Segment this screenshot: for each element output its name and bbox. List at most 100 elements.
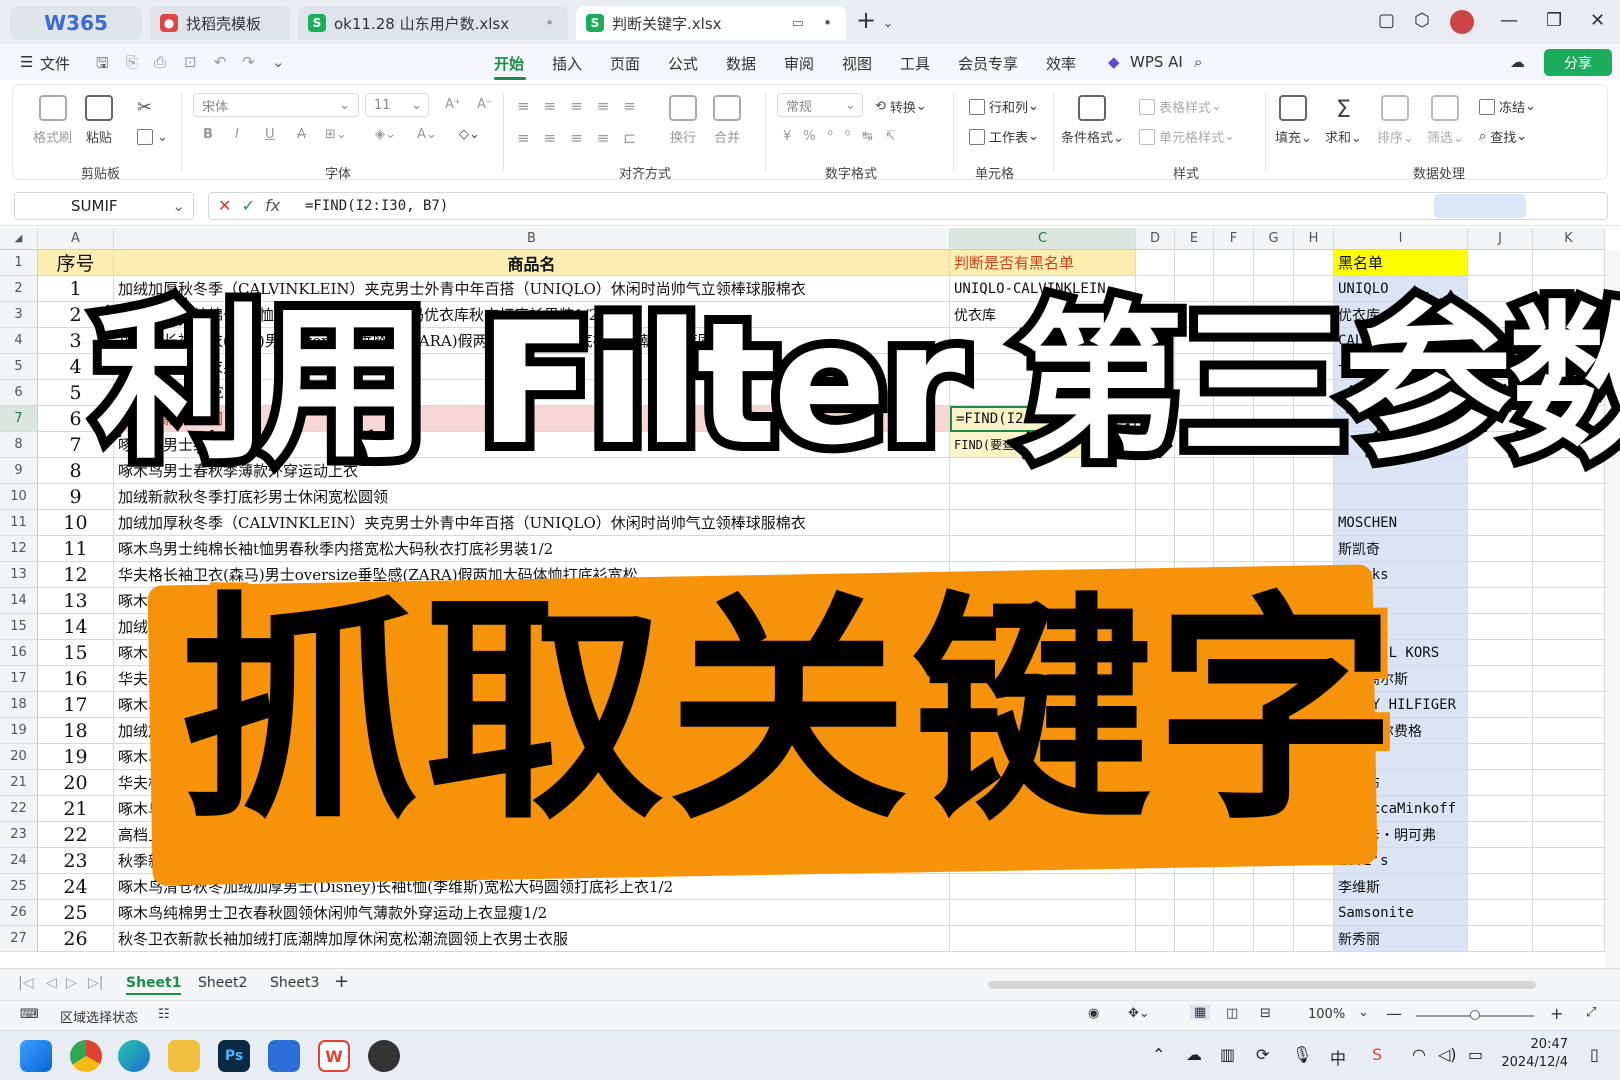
cross-icon[interactable]: ✥⌄	[1128, 1006, 1150, 1021]
empty-cell[interactable]	[1533, 874, 1605, 900]
empty-cell[interactable]	[1468, 744, 1533, 770]
row-header[interactable]: 3	[0, 302, 38, 328]
empty-cell[interactable]	[1294, 484, 1334, 510]
menu-wps-ai[interactable]: WPS AI	[1130, 53, 1183, 71]
paste-button[interactable]: 粘贴	[85, 95, 113, 146]
seq-cell[interactable]: 16	[38, 666, 114, 692]
font-color-icon[interactable]: A⌄	[417, 127, 437, 142]
empty-cell[interactable]	[1468, 484, 1533, 510]
macro-icon[interactable]: ⌨	[20, 1007, 39, 1022]
file-explorer-icon[interactable]	[168, 1040, 200, 1072]
row-header[interactable]: 27	[0, 926, 38, 952]
empty-cell[interactable]	[1468, 250, 1533, 276]
filter-button[interactable]: 筛选⌄	[1427, 95, 1464, 146]
seq-cell[interactable]: 22	[38, 822, 114, 848]
tab-dot-icon[interactable]: •	[823, 14, 832, 32]
more-chevron-icon[interactable]: ⌄	[272, 53, 285, 71]
product-name-cell[interactable]: 啄木鸟男士纯棉长袖t恤男春秋季内搭宽松大码秋衣打底衫男装1/2	[114, 536, 950, 562]
worksheet-button[interactable]: 工作表 ⌄	[969, 127, 1039, 146]
microphone-icon[interactable]: 🎙	[1292, 1045, 1312, 1064]
empty-cell[interactable]	[1533, 692, 1605, 718]
blacklist-check-cell[interactable]	[950, 484, 1136, 510]
blacklist-check-cell[interactable]	[950, 900, 1136, 926]
row-header[interactable]: 18	[0, 692, 38, 718]
menu-formula[interactable]: 公式	[668, 53, 698, 74]
empty-cell[interactable]	[1175, 510, 1214, 536]
page-break-view-icon[interactable]: ◫	[1226, 1006, 1238, 1021]
zoom-slider-thumb[interactable]	[1470, 1010, 1480, 1020]
row-header[interactable]: 2	[0, 276, 38, 302]
ime-toolbar[interactable]	[1434, 194, 1526, 218]
menu-data[interactable]: 数据	[726, 53, 756, 74]
menu-insert[interactable]: 插入	[552, 53, 582, 74]
seq-cell[interactable]: 24	[38, 874, 114, 900]
sum-button[interactable]: Σ 求和⌄	[1325, 95, 1362, 146]
cloud-upload-icon[interactable]: ☁	[1510, 53, 1525, 71]
empty-cell[interactable]	[1136, 510, 1175, 536]
menu-page[interactable]: 页面	[610, 53, 640, 74]
row-header[interactable]: 14	[0, 588, 38, 614]
print-preview-icon[interactable]: ⊡	[184, 53, 197, 71]
empty-cell[interactable]	[1533, 848, 1605, 874]
seq-cell[interactable]: 10	[38, 510, 114, 536]
header-cell-blacklist-check[interactable]: 判断是否有黑名单	[950, 250, 1136, 276]
empty-cell[interactable]	[1533, 562, 1605, 588]
nav-next-icon[interactable]: ▷	[66, 975, 77, 991]
italic-icon[interactable]: I	[235, 127, 239, 142]
nav-last-icon[interactable]: ▷|	[88, 975, 103, 991]
search-icon[interactable]: ⌕	[1194, 53, 1202, 71]
seq-cell[interactable]: 18	[38, 718, 114, 744]
seq-cell[interactable]: 19	[38, 744, 114, 770]
blacklist-cell[interactable]: Samsonite	[1334, 900, 1468, 926]
clear-format-icon[interactable]: ◇⌄	[459, 127, 480, 142]
empty-cell[interactable]	[1468, 510, 1533, 536]
empty-cell[interactable]	[1468, 536, 1533, 562]
sheet-list-icon[interactable]: ☷	[158, 1007, 170, 1022]
row-header[interactable]: 12	[0, 536, 38, 562]
undo-icon[interactable]: ↶	[214, 53, 227, 71]
row-header[interactable]: 23	[0, 822, 38, 848]
empty-cell[interactable]	[1136, 484, 1175, 510]
empty-cell[interactable]	[1468, 588, 1533, 614]
redo-icon[interactable]: ↷	[242, 53, 255, 71]
empty-cell[interactable]	[1468, 614, 1533, 640]
column-header-j[interactable]: J	[1468, 228, 1533, 250]
blacklist-check-cell[interactable]	[950, 926, 1136, 952]
empty-cell[interactable]	[1175, 536, 1214, 562]
convert-button[interactable]: ⟲ 转换 ⌄	[875, 97, 927, 116]
export-icon[interactable]: ⎘	[126, 53, 138, 71]
column-header-i[interactable]: I	[1334, 228, 1468, 250]
empty-cell[interactable]	[1254, 484, 1294, 510]
zoom-in-icon[interactable]: +	[1550, 1004, 1563, 1023]
page-view-icon[interactable]: ⊟	[1260, 1006, 1271, 1021]
empty-cell[interactable]	[1533, 744, 1605, 770]
mail-icon[interactable]	[268, 1040, 300, 1072]
freeze-button[interactable]: 冻结 ⌄	[1479, 97, 1536, 116]
bold-icon[interactable]: B	[203, 127, 213, 142]
tray-chevron-icon[interactable]: ⌃	[1152, 1045, 1165, 1064]
empty-cell[interactable]	[1294, 510, 1334, 536]
column-header-f[interactable]: F	[1214, 228, 1254, 250]
product-name-cell[interactable]: 啄木鸟纯棉男士卫衣春秋圆领休闲帅气薄款外穿运动上衣显瘦1/2	[114, 900, 950, 926]
empty-cell[interactable]	[1254, 874, 1294, 900]
row-header[interactable]: 17	[0, 666, 38, 692]
wps-icon[interactable]: W	[318, 1040, 350, 1072]
empty-cell[interactable]	[1533, 900, 1605, 926]
align-horizontal-icons[interactable]: ≡≡≡≡⊏	[517, 129, 650, 147]
column-header-g[interactable]: G	[1254, 228, 1294, 250]
column-header-h[interactable]: H	[1294, 228, 1334, 250]
app-icon[interactable]	[368, 1040, 400, 1072]
blacklist-check-cell[interactable]	[950, 874, 1136, 900]
zoom-level[interactable]: 100%	[1308, 1007, 1345, 1022]
tab-template[interactable]: ● 找稻壳模板	[150, 6, 290, 40]
blacklist-cell[interactable]: MOSCHEN	[1334, 510, 1468, 536]
row-header[interactable]: 5	[0, 354, 38, 380]
empty-cell[interactable]	[1468, 718, 1533, 744]
volume-icon[interactable]: ◁)	[1438, 1045, 1457, 1064]
column-header-k[interactable]: K	[1533, 228, 1605, 250]
strikethrough-icon[interactable]: A	[297, 127, 306, 142]
seq-cell[interactable]: 15	[38, 640, 114, 666]
print-icon[interactable]: ⎙	[154, 53, 166, 71]
header-cell-seq[interactable]: 序号	[38, 250, 114, 276]
rowcol-button[interactable]: 行和列 ⌄	[969, 97, 1039, 116]
